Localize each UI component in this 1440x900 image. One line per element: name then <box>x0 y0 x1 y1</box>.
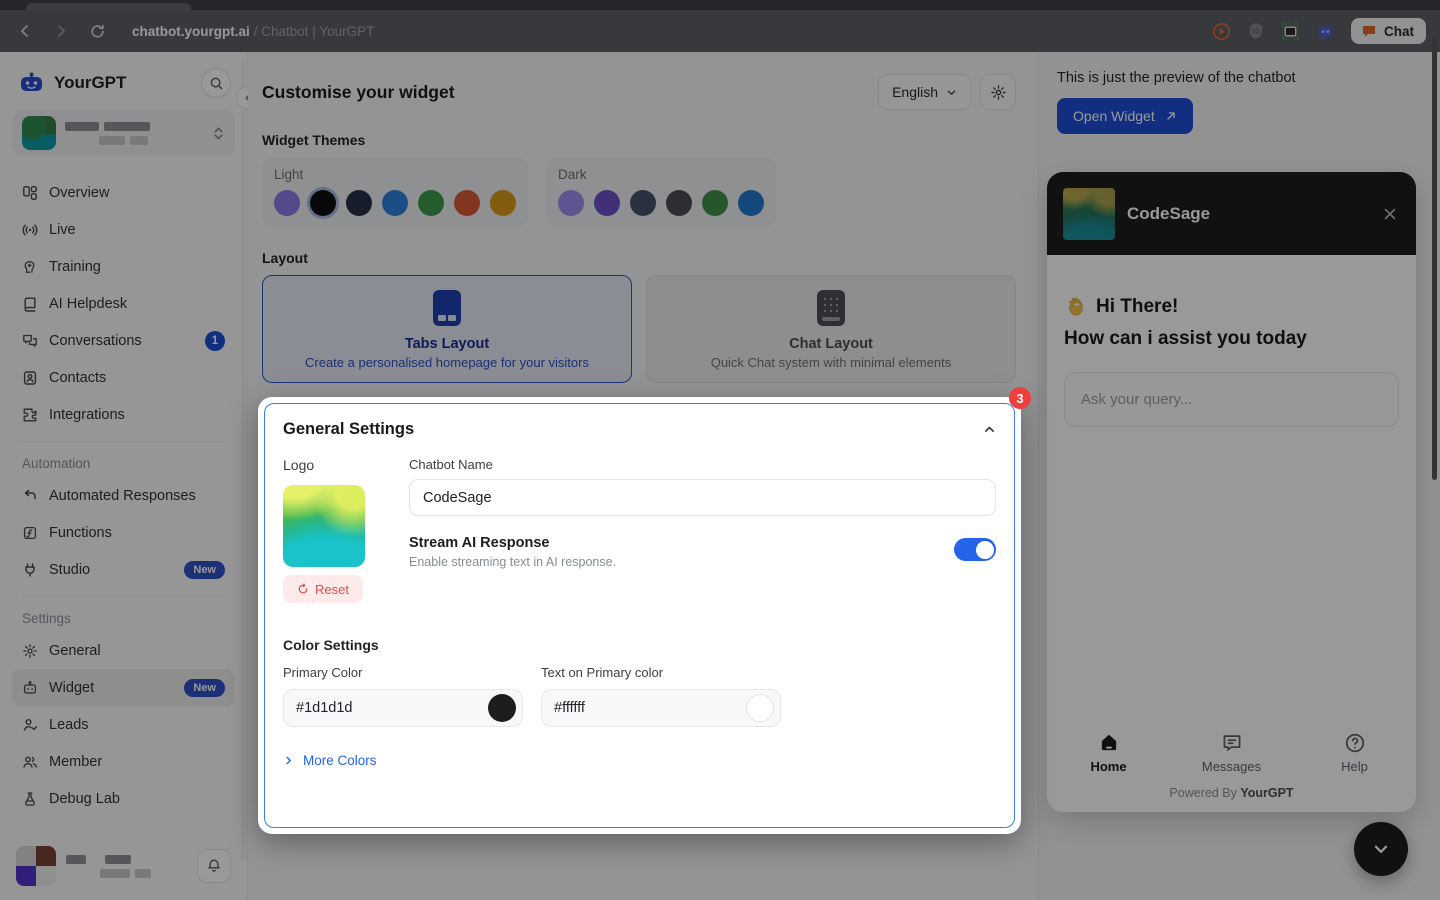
chevron-right-icon <box>283 755 294 766</box>
primary-color-label: Primary Color <box>283 665 523 680</box>
stream-ai-toggle[interactable] <box>954 538 996 561</box>
general-settings-body: Logo Reset Chatbot Name Stream AI Respon… <box>283 457 996 603</box>
text-on-primary-field: Text on Primary color <box>541 665 781 727</box>
more-colors-link[interactable]: More Colors <box>283 753 996 768</box>
stream-ai-row: Stream AI Response Enable streaming text… <box>409 535 996 569</box>
general-settings-spotlight: 3 General Settings Logo Reset Chatbot Na… <box>258 397 1021 834</box>
more-colors-label: More Colors <box>303 753 377 768</box>
fields-column: Chatbot Name Stream AI Response Enable s… <box>387 457 996 603</box>
text-on-primary-input-box[interactable] <box>541 689 781 727</box>
stream-ai-text: Stream AI Response Enable streaming text… <box>409 535 954 569</box>
toggle-knob <box>976 541 994 559</box>
color-settings-section: Color Settings Primary Color Text on Pri… <box>283 637 996 768</box>
logo-column: Logo Reset <box>283 457 387 603</box>
stream-ai-desc: Enable streaming text in AI response. <box>409 555 954 569</box>
chatbot-logo-image[interactable] <box>283 485 365 567</box>
chatbot-name-label: Chatbot Name <box>409 457 996 472</box>
general-settings-header[interactable]: General Settings <box>283 420 996 439</box>
text-on-primary-input[interactable] <box>554 700 746 716</box>
primary-color-input[interactable] <box>296 700 488 716</box>
reset-icon <box>297 583 309 595</box>
general-settings-title: General Settings <box>283 420 983 439</box>
chatbot-name-input[interactable] <box>409 479 996 516</box>
logo-reset-button[interactable]: Reset <box>283 575 363 603</box>
primary-color-swatch[interactable] <box>488 694 516 722</box>
primary-color-field: Primary Color <box>283 665 523 727</box>
reset-label: Reset <box>315 582 349 597</box>
color-settings-title: Color Settings <box>283 637 996 653</box>
stream-ai-title: Stream AI Response <box>409 535 954 551</box>
text-on-primary-swatch[interactable] <box>746 694 774 722</box>
logo-label: Logo <box>283 457 387 473</box>
primary-color-input-box[interactable] <box>283 689 523 727</box>
app-screen: chatbot.yourgpt.ai / Chatbot | YourGPT L… <box>0 0 1440 900</box>
text-on-primary-label: Text on Primary color <box>541 665 781 680</box>
chevron-up-icon[interactable] <box>983 423 996 436</box>
general-settings-panel: General Settings Logo Reset Chatbot Name <box>264 403 1015 828</box>
